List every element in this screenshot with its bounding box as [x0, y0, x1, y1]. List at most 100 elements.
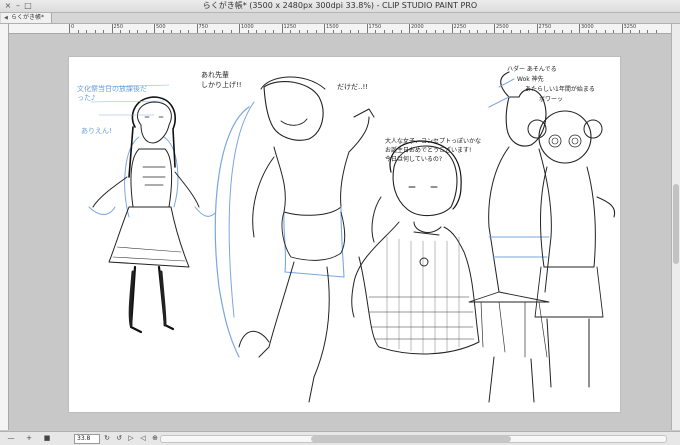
ruler-minor-tick	[145, 30, 147, 33]
ruler-minor-tick	[383, 30, 385, 33]
zoom-level-input[interactable]: 33.8	[74, 434, 100, 444]
zoom-out-button[interactable]: —	[4, 432, 18, 445]
horizontal-ruler: 0 250 500 750 1000 1250 1500 1750 2000 2250 2500 27…	[8, 24, 671, 34]
ruler-minor-tick	[162, 30, 164, 33]
ruler-minor-tick	[655, 30, 657, 33]
ruler-minor-tick	[273, 30, 274, 33]
ruler-minor-tick	[77, 30, 79, 33]
ruler-minor-tick	[188, 30, 189, 33]
horizontal-scrollbar[interactable]	[160, 435, 667, 443]
sketch-artwork	[88, 71, 616, 403]
ruler-tick	[451, 24, 453, 33]
drawing-paper[interactable]: 文化祭当日の放課後だった♪ あれ先輩 しかり上げ!! ありえん! だけだ..!!…	[69, 57, 620, 412]
ruler-minor-tick	[587, 30, 589, 33]
document-tab-label: らくがき帳*	[11, 14, 45, 21]
ruler-minor-tick	[358, 30, 359, 33]
fit-canvas-button[interactable]: ■	[40, 432, 54, 445]
ruler-minor-tick	[103, 30, 104, 33]
ruler-minor-tick	[205, 30, 206, 33]
ruler-tick	[196, 24, 198, 33]
annotation-note: 大人な女子、コンセプトっぽいかな	[385, 138, 482, 145]
ruler-minor-tick	[400, 30, 402, 33]
annotation-note: Wok 神先	[517, 76, 544, 83]
ruler-minor-tick	[213, 30, 215, 33]
ruler-minor-tick	[477, 30, 478, 33]
ruler-tick	[281, 24, 283, 33]
ruler-minor-tick	[349, 30, 351, 33]
annotation-note: あたらしい1年間が始まる	[525, 86, 595, 93]
ruler-minor-tick	[502, 30, 504, 33]
annotation-note: ありえん!	[81, 127, 112, 135]
ruler-minor-tick	[434, 30, 436, 33]
rotate-right-icon[interactable]: ↻	[102, 432, 112, 445]
ruler-minor-tick	[596, 30, 597, 33]
ruler-minor-tick	[613, 30, 614, 33]
ruler-tick-label: 250	[113, 24, 124, 30]
zoom-in-button[interactable]: +	[22, 432, 36, 445]
ruler-minor-tick	[171, 30, 172, 33]
ruler-minor-tick	[179, 30, 181, 33]
ruler-minor-tick	[630, 30, 631, 33]
flip-vertical-icon[interactable]: ◁	[138, 432, 148, 445]
ruler-tick	[69, 24, 70, 33]
ruler-minor-tick	[443, 30, 444, 33]
ruler-minor-tick	[604, 30, 606, 33]
ruler-minor-tick	[545, 30, 546, 33]
ruler-minor-tick	[128, 30, 130, 33]
ruler-tick	[621, 24, 623, 33]
ruler-minor-tick	[528, 30, 529, 33]
ruler-minor-tick	[638, 30, 640, 33]
ruler-tick	[154, 24, 155, 33]
ruler-minor-tick	[264, 30, 266, 33]
ruler-minor-tick	[230, 30, 232, 33]
ruler-tick	[239, 24, 240, 33]
vertical-scroll-thumb[interactable]	[673, 184, 679, 264]
ruler-tick	[536, 24, 538, 33]
horizontal-scroll-thumb[interactable]	[311, 436, 511, 442]
annotation-note: ハダー あそんでる	[507, 66, 557, 73]
ruler-minor-tick	[94, 30, 96, 33]
sketch-figure-4	[468, 71, 552, 403]
ruler-minor-tick	[426, 30, 427, 33]
ruler-tick-label: 0	[71, 24, 75, 30]
ruler-minor-tick	[307, 30, 308, 33]
flip-horizontal-icon[interactable]: ▷	[126, 432, 136, 445]
navigator-icon[interactable]: ⊕	[150, 432, 160, 445]
ruler-minor-tick	[86, 30, 87, 33]
ruler-minor-tick	[553, 30, 555, 33]
ruler-tick	[366, 24, 368, 33]
annotation-note: ボワーッ	[539, 96, 564, 103]
ruler-minor-tick	[485, 30, 487, 33]
rotate-left-icon[interactable]: ↺	[114, 432, 124, 445]
document-tab-bar: ◀ らくがき帳*	[0, 13, 680, 24]
ruler-minor-tick	[332, 30, 334, 33]
ruler-minor-tick	[290, 30, 291, 33]
ruler-minor-tick	[315, 30, 317, 33]
annotation-note: 今日は何しているの?	[385, 156, 443, 163]
ruler-tick-label: 500	[156, 24, 166, 30]
document-tab[interactable]: ◀ らくがき帳*	[1, 13, 52, 23]
title-bar: × – □ らくがき帳* (3500 x 2480px 300dpi 33.8%…	[0, 0, 680, 13]
ruler-minor-tick	[298, 30, 300, 33]
ruler-minor-tick	[120, 30, 121, 33]
ruler-minor-tick	[256, 30, 257, 33]
annotation-note: お誕生日おめでとうございます!	[385, 147, 472, 154]
ruler-minor-tick	[647, 30, 648, 33]
status-bar: — + ■ 33.8 ↻ ↺ ▷ ◁ ⊕	[0, 431, 680, 445]
ruler-tick	[494, 24, 495, 33]
sketch-figure-3	[351, 140, 480, 355]
annotation-note: しかり上げ!!	[201, 81, 242, 89]
ruler-minor-tick	[222, 30, 223, 33]
ruler-tick	[324, 24, 325, 33]
ruler-minor-tick	[570, 30, 572, 33]
ruler-minor-tick	[247, 30, 249, 33]
sketch-figure-5	[527, 110, 616, 388]
ruler-minor-tick	[341, 30, 342, 33]
tab-arrow-icon[interactable]: ◀	[4, 13, 8, 23]
ruler-tick	[409, 24, 410, 33]
annotation-note: あれ先輩	[201, 71, 229, 79]
ruler-minor-tick	[511, 30, 512, 33]
window-title: らくがき帳* (3500 x 2480px 300dpi 33.8%) - CL…	[202, 1, 478, 10]
vertical-scrollbar[interactable]	[671, 24, 680, 430]
sketch-figure-2	[214, 76, 375, 403]
